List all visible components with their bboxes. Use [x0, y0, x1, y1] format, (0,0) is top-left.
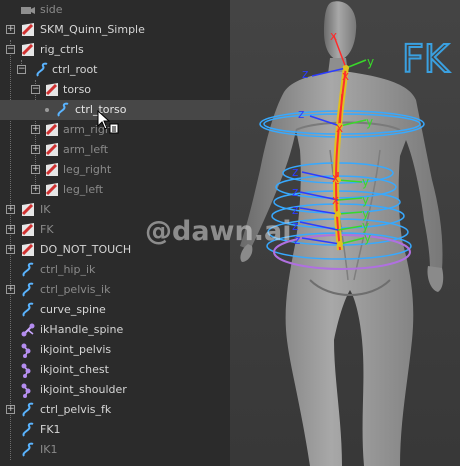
- ik-handle-icon: [20, 322, 36, 338]
- camera-icon: [20, 2, 36, 18]
- curve-icon: [34, 62, 50, 78]
- outliner-item-label: curve_spine: [40, 303, 106, 316]
- axis-z-label: z: [302, 67, 308, 81]
- curve-icon: [55, 102, 71, 118]
- outliner-item-ctrl-root[interactable]: − ctrl_root: [0, 60, 230, 80]
- expand-toggle[interactable]: +: [6, 245, 15, 254]
- transform-icon: [20, 22, 36, 38]
- expand-toggle[interactable]: +: [31, 145, 40, 154]
- expand-toggle[interactable]: +: [6, 225, 15, 234]
- outliner-item-label: SKM_Quinn_Simple: [40, 23, 145, 36]
- expand-toggle[interactable]: +: [6, 25, 15, 34]
- axis-x-label: x: [342, 69, 349, 83]
- outliner-item-label: ikjoint_pelvis: [40, 343, 112, 356]
- outliner-item-label: FK: [40, 223, 54, 236]
- outliner-item-label: leg_right: [63, 163, 112, 176]
- expand-toggle[interactable]: +: [31, 165, 40, 174]
- axis-y-label: y: [362, 175, 369, 189]
- collapse-toggle[interactable]: −: [6, 45, 15, 54]
- axis-x-label: x: [332, 193, 339, 207]
- outliner-item-fk1[interactable]: FK1: [0, 420, 230, 440]
- outliner-item-ctrl-pelvis-fk[interactable]: + ctrl_pelvis_fk: [0, 400, 230, 420]
- collapse-toggle[interactable]: −: [31, 85, 40, 94]
- collapse-toggle[interactable]: −: [17, 65, 26, 74]
- curve-icon: [20, 402, 36, 418]
- outliner-item-label: FK1: [40, 423, 61, 436]
- mouse-cursor-icon: [97, 109, 121, 134]
- axis-x-label: x: [330, 29, 337, 43]
- outliner-item-rig-ctrls[interactable]: − rig_ctrls: [0, 40, 230, 60]
- outliner-item-ikjoint-pelvis[interactable]: ikjoint_pelvis: [0, 340, 230, 360]
- transform-icon: [20, 202, 36, 218]
- tree-node-dot: [45, 108, 49, 112]
- curve-icon: [20, 262, 36, 278]
- outliner-item-ikhandle-spine[interactable]: ikHandle_spine: [0, 320, 230, 340]
- outliner-item-label: ctrl_pelvis_fk: [40, 403, 112, 416]
- joint-icon: [20, 342, 36, 358]
- watermark-text: @dawn.ai: [145, 216, 292, 247]
- axis-z-label: z: [292, 203, 298, 217]
- maya-workspace: side + SKM_Quinn_Simple − rig_ctrls − ct…: [0, 0, 460, 466]
- fk-mode-label: FK: [402, 37, 450, 81]
- outliner-item-leg-right[interactable]: + leg_right: [0, 160, 230, 180]
- axis-z-label: z: [298, 107, 304, 121]
- outliner-item-leg-left[interactable]: + leg_left: [0, 180, 230, 200]
- transform-icon: [44, 162, 60, 178]
- expand-toggle[interactable]: +: [31, 125, 40, 134]
- curve-icon: [20, 442, 36, 458]
- outliner-item-label: IK1: [40, 443, 58, 456]
- transform-icon: [20, 242, 36, 258]
- axis-y-label: y: [362, 193, 369, 207]
- outliner-item-torso[interactable]: − torso: [0, 80, 230, 100]
- outliner-item-label: torso: [63, 83, 92, 96]
- outliner-item-label: ctrl_hip_ik: [40, 263, 96, 276]
- outliner-item-label: ikjoint_chest: [40, 363, 109, 376]
- joint-icon: [20, 362, 36, 378]
- outliner-item-skm-quinn-simple[interactable]: + SKM_Quinn_Simple: [0, 20, 230, 40]
- axis-x-label: x: [336, 121, 343, 135]
- outliner-item-ikjoint-shoulder[interactable]: ikjoint_shoulder: [0, 380, 230, 400]
- curve-icon: [20, 282, 36, 298]
- axis-z-label: z: [294, 233, 300, 247]
- transform-icon: [20, 222, 36, 238]
- transform-icon: [44, 182, 60, 198]
- outliner-item-label: DO_NOT_TOUCH: [40, 243, 132, 256]
- expand-toggle[interactable]: +: [6, 205, 15, 214]
- outliner-item-curve-spine[interactable]: curve_spine: [0, 300, 230, 320]
- axis-z-label: z: [292, 165, 298, 179]
- axis-y-label: y: [366, 115, 373, 129]
- expand-toggle[interactable]: +: [6, 285, 15, 294]
- outliner-item-label: leg_left: [63, 183, 104, 196]
- outliner-item-label: ctrl_root: [52, 63, 98, 76]
- transform-icon: [44, 82, 60, 98]
- outliner-item-ctrl-hip-ik[interactable]: ctrl_hip_ik: [0, 260, 230, 280]
- transform-icon: [20, 42, 36, 58]
- axis-y-label: y: [367, 55, 374, 69]
- transform-icon: [44, 122, 60, 138]
- curve-icon: [20, 422, 36, 438]
- outliner-item-label: IK: [40, 203, 51, 216]
- outliner-item-arm-left[interactable]: + arm_left: [0, 140, 230, 160]
- outliner-item-label: ikjoint_shoulder: [40, 383, 127, 396]
- transform-icon: [44, 142, 60, 158]
- axis-z-label: z: [292, 219, 298, 233]
- axis-x-label: x: [332, 171, 339, 185]
- outliner-item-label: ctrl_pelvis_ik: [40, 283, 111, 296]
- outliner-item-ikjoint-chest[interactable]: ikjoint_chest: [0, 360, 230, 380]
- axis-y-label: y: [364, 231, 371, 245]
- outliner-item-label: ikHandle_spine: [40, 323, 124, 336]
- curve-icon: [20, 302, 36, 318]
- expand-toggle[interactable]: +: [31, 185, 40, 194]
- expand-toggle[interactable]: +: [6, 405, 15, 414]
- outliner-item-side[interactable]: side: [0, 0, 230, 20]
- joint-icon: [20, 382, 36, 398]
- outliner-item-label: side: [40, 3, 63, 16]
- axis-z-label: z: [292, 185, 298, 199]
- outliner-item-ik1[interactable]: IK1: [0, 440, 230, 460]
- outliner-item-label: rig_ctrls: [40, 43, 84, 56]
- outliner-item-label: arm_left: [63, 143, 109, 156]
- outliner-item-ctrl-pelvis-ik[interactable]: + ctrl_pelvis_ik: [0, 280, 230, 300]
